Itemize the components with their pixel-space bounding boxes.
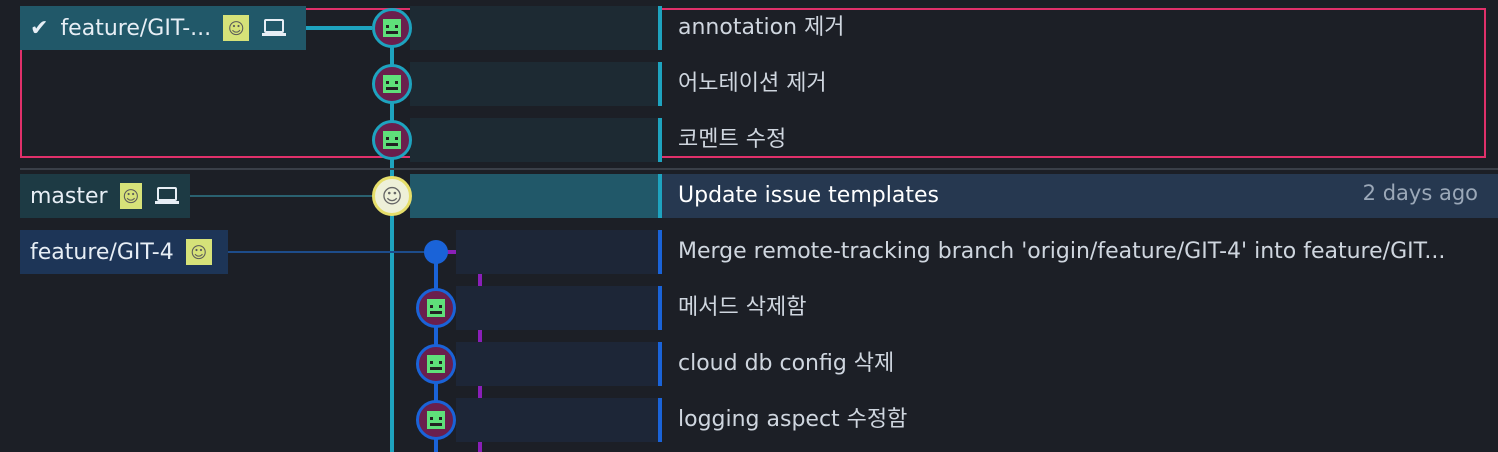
laptop-icon (261, 16, 287, 40)
pixel-avatar-icon (383, 75, 401, 93)
commit-message[interactable]: annotation 제거 (678, 6, 845, 50)
row-graph-bg (410, 62, 658, 106)
branch-name: feature/GIT-4 (30, 239, 174, 265)
commit-message[interactable]: Merge remote-tracking branch 'origin/fea… (678, 230, 1445, 274)
row-graph-bg (456, 230, 658, 274)
message-bar (658, 6, 662, 50)
commit-time: 2 days ago (1362, 181, 1478, 205)
commit-node[interactable] (372, 64, 412, 104)
row-graph-bg (456, 398, 658, 442)
branch-label-current[interactable]: ✔ feature/GIT-... ☺ (20, 6, 306, 50)
row-graph-bg (456, 342, 658, 386)
commit-node[interactable] (416, 288, 456, 328)
commit-message[interactable]: logging aspect 수정함 (678, 398, 907, 442)
commit-node[interactable] (416, 344, 456, 384)
merge-commit-dot[interactable] (424, 240, 448, 264)
row-graph-bg (410, 118, 658, 162)
commit-message[interactable]: 메서드 삭제함 (678, 286, 806, 330)
commit-node[interactable] (416, 400, 456, 440)
wip-divider (20, 168, 1498, 170)
user-avatar-icon: ☺ (223, 15, 250, 41)
message-bar (658, 230, 662, 274)
message-bar (658, 118, 662, 162)
branch-label-remote[interactable]: feature/GIT-4 ☺ (20, 230, 228, 274)
pixel-avatar-icon (427, 411, 445, 429)
branch-label-master[interactable]: master ☺ (20, 174, 190, 218)
message-bar (658, 342, 662, 386)
row-graph-bg (410, 6, 658, 50)
commit-message[interactable]: 코멘트 수정 (678, 118, 786, 162)
message-bar (658, 62, 662, 106)
user-avatar-icon: ☺ (185, 239, 212, 265)
row-graph-bg-master (410, 174, 658, 218)
commit-message[interactable]: cloud db config 삭제 (678, 342, 894, 386)
user-avatar-icon: ☺ (119, 183, 142, 209)
commit-node-master[interactable]: ☺ (372, 176, 412, 216)
pixel-avatar-icon (383, 19, 401, 37)
branch-name: master (30, 183, 108, 209)
user-avatar-icon: ☺ (381, 184, 403, 208)
message-bar (658, 286, 662, 330)
commit-node[interactable] (372, 120, 412, 160)
branch-name: feature/GIT-... (60, 15, 212, 41)
pixel-avatar-icon (427, 355, 445, 373)
pixel-avatar-icon (427, 299, 445, 317)
commit-node[interactable] (372, 8, 412, 48)
pixel-avatar-icon (383, 131, 401, 149)
check-icon: ✔ (30, 15, 49, 41)
commit-message[interactable]: 어노테이션 제거 (678, 62, 827, 106)
commit-message[interactable]: Update issue templates (678, 174, 939, 218)
message-bar (658, 398, 662, 442)
laptop-icon (154, 184, 180, 208)
row-graph-bg (456, 286, 658, 330)
message-bar (658, 174, 662, 218)
